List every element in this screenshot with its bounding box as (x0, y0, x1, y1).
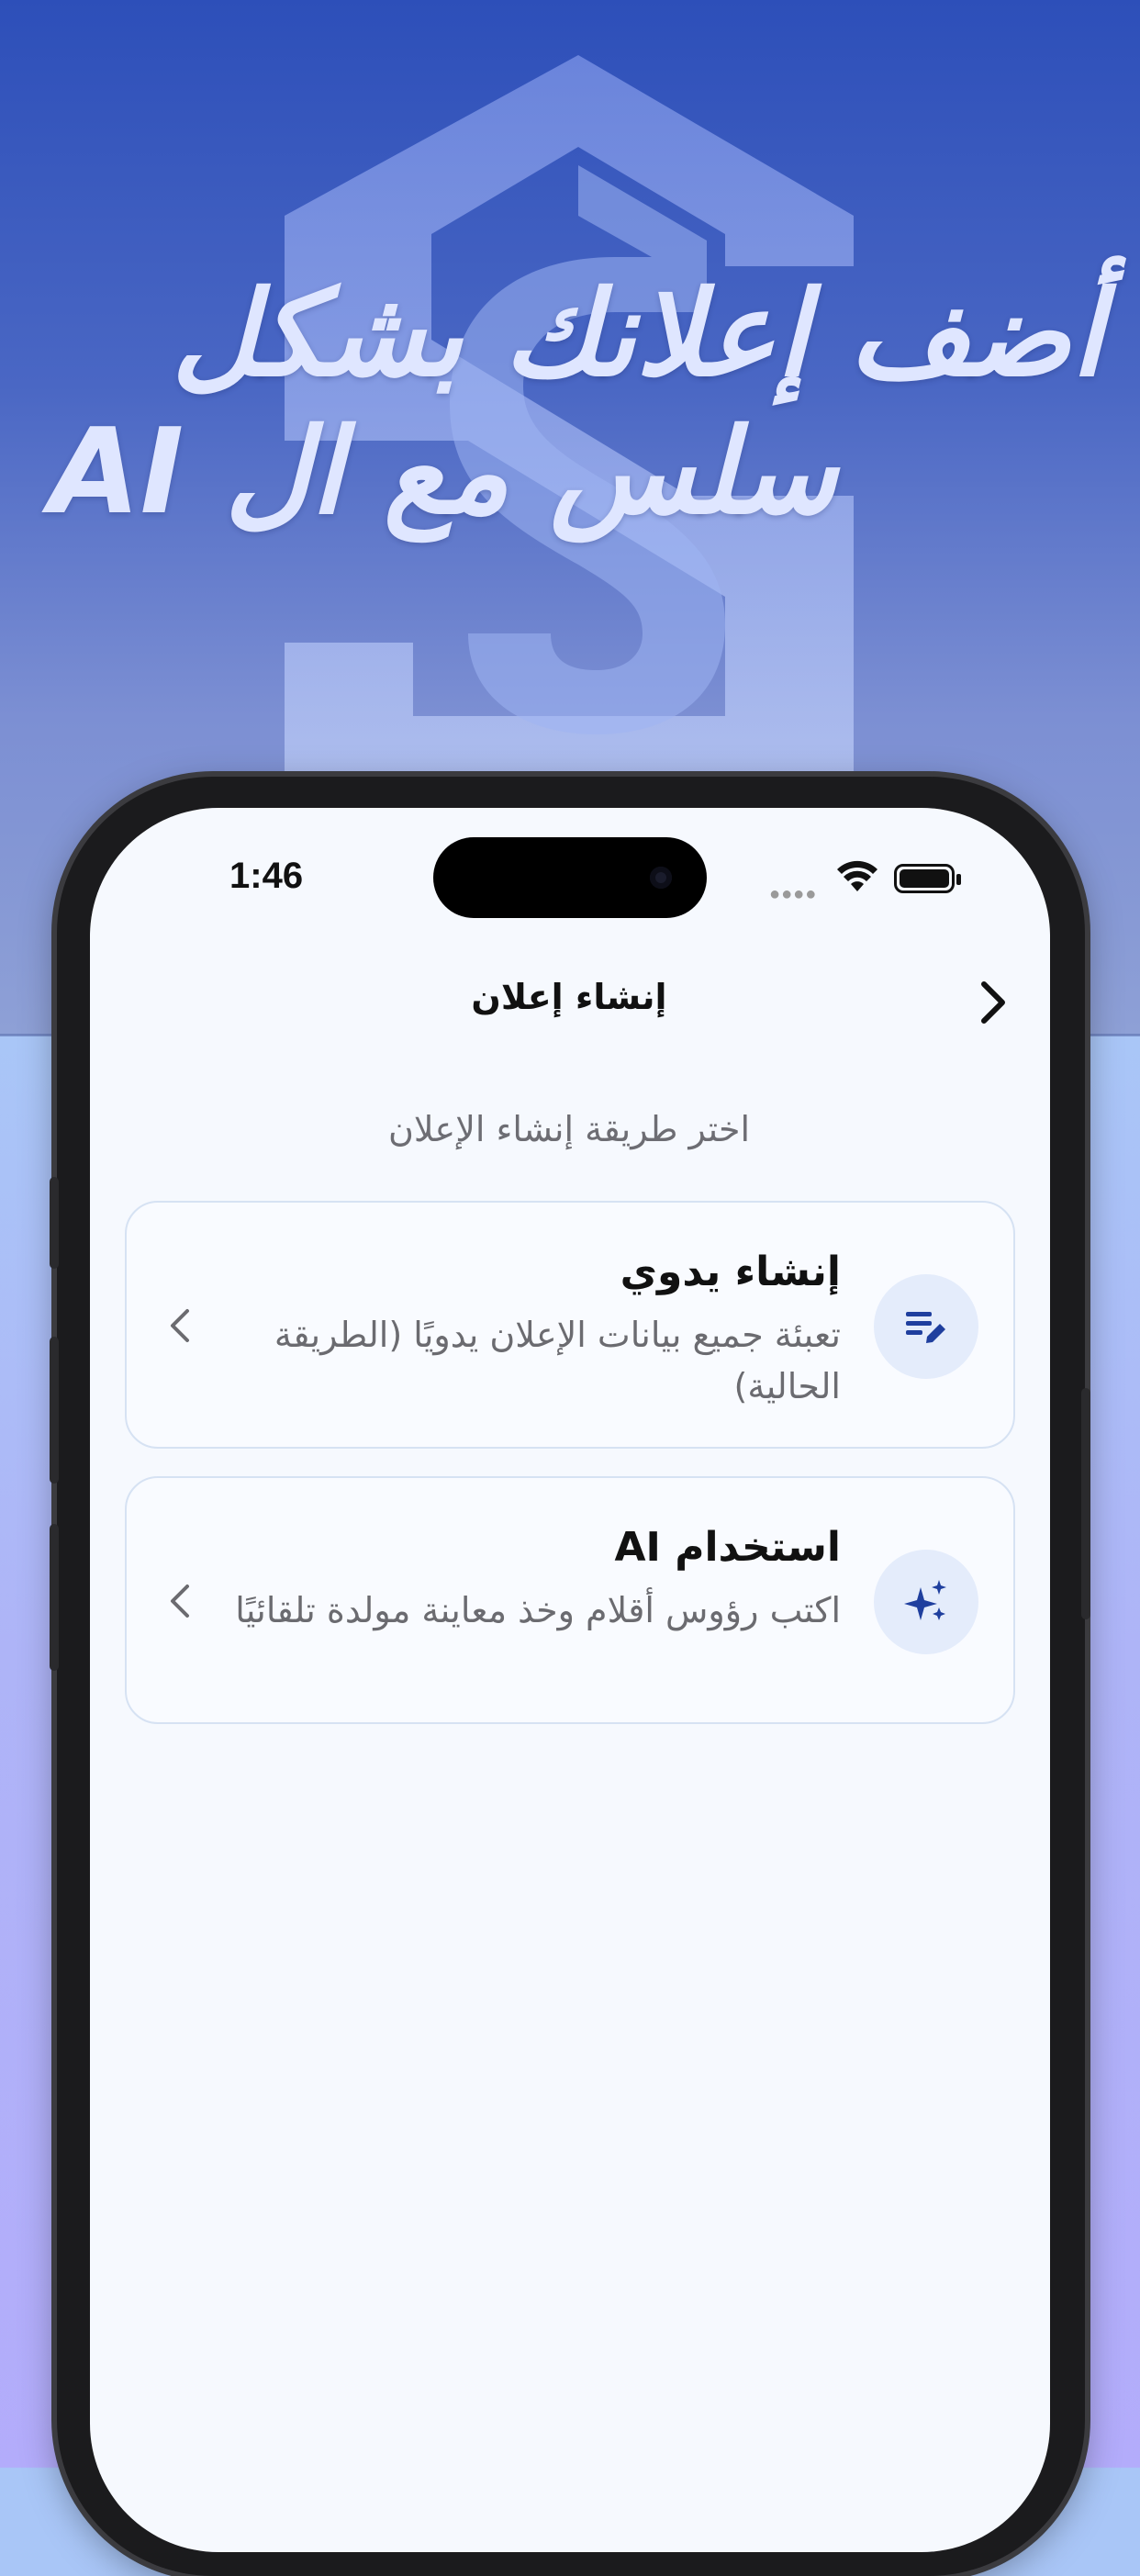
page-subtitle: اختر طريقة إنشاء الإعلان (387, 1109, 751, 1149)
hero-headline-line2: سلس مع ال AI (49, 404, 837, 541)
sparkles-icon (904, 1580, 946, 1620)
chevron-left-icon (171, 1585, 189, 1618)
chevron-right-icon[interactable] (964, 975, 1019, 1030)
icon-circle (874, 1550, 978, 1654)
status-time: 1:46 (229, 856, 304, 896)
hero-headline: أضف إعلانك بشكل سلس مع ال AI (2, 266, 1103, 542)
wifi-icon (837, 860, 877, 891)
option-title: استخدام AI (614, 1524, 841, 1571)
front-camera (650, 867, 672, 889)
battery-icon (894, 864, 961, 893)
option-title: إنشاء يدوي (620, 1249, 841, 1295)
option-card-manual[interactable]: إنشاء يدوي تعبئة جميع بيانات الإعلان يدو… (125, 1201, 1015, 1449)
phone-action-button (50, 1177, 59, 1269)
phone-power-button (1081, 1388, 1090, 1619)
cellular-dots-icon: ●●●● (769, 884, 818, 904)
option-card-ai[interactable]: استخدام AI اكتب رؤوس أقلام وخذ معاينة مو… (125, 1476, 1015, 1724)
option-description: اكتب رؤوس أقلام وخذ معاينة مولدة تلقائيً… (235, 1590, 841, 1630)
phone-volume-down-button (50, 1524, 59, 1671)
edit-list-icon (906, 1312, 945, 1343)
chevron-left-icon (171, 1309, 189, 1342)
hero-headline-line1: أضف إعلانك بشكل (171, 266, 1103, 403)
icon-circle (874, 1274, 978, 1379)
phone-volume-up-button (50, 1337, 59, 1484)
option-description: تعبئة جميع بيانات الإعلان يدويًا (الطريق… (274, 1315, 841, 1406)
page-title: إنشاء إعلان (471, 977, 667, 1017)
